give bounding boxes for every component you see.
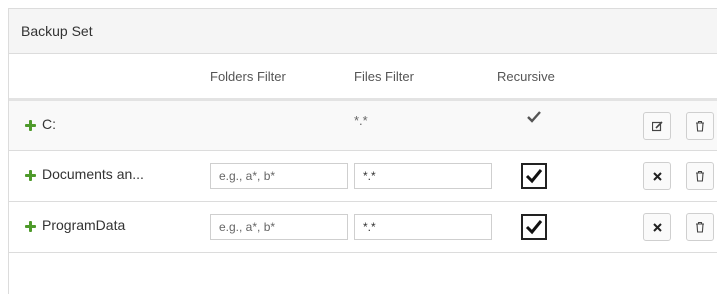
checkmark-icon: [527, 111, 541, 123]
recursive-checkbox[interactable]: [521, 163, 547, 189]
row-name: ProgramData: [42, 217, 126, 233]
cancel-button[interactable]: [643, 213, 671, 241]
table-row: Documents an...: [9, 151, 717, 202]
edit-button[interactable]: [643, 112, 671, 140]
delete-button[interactable]: [686, 112, 714, 140]
row-name: C:: [42, 116, 56, 132]
plus-icon[interactable]: [25, 120, 36, 131]
checkmark-icon: [525, 219, 543, 235]
table-row: ProgramData: [9, 202, 717, 253]
delete-button[interactable]: [686, 213, 714, 241]
panel-header: Backup Set: [9, 9, 717, 54]
backup-set-panel: Backup Set Folders Filter Files Filter R…: [8, 8, 717, 294]
delete-button[interactable]: [686, 162, 714, 190]
recursive-checkbox[interactable]: [521, 214, 547, 240]
folders-filter-input[interactable]: [210, 214, 348, 240]
row-name: Documents an...: [42, 166, 144, 182]
table-row: C: *.*: [9, 101, 717, 151]
trash-icon: [695, 221, 705, 233]
column-recursive: Recursive: [497, 69, 555, 84]
column-files-filter: Files Filter: [354, 69, 414, 84]
column-folders-filter: Folders Filter: [210, 69, 286, 84]
folders-filter-input[interactable]: [210, 163, 348, 189]
edit-icon: [651, 120, 663, 132]
close-icon: [652, 222, 662, 232]
column-header-row: Folders Filter Files Filter Recursive: [9, 54, 717, 101]
cancel-button[interactable]: [643, 162, 671, 190]
trash-icon: [695, 170, 705, 182]
files-filter-input[interactable]: [354, 163, 492, 189]
files-filter-value: *.*: [354, 113, 368, 128]
plus-icon[interactable]: [25, 170, 36, 181]
close-icon: [652, 171, 662, 181]
trash-icon: [695, 120, 705, 132]
panel-title: Backup Set: [21, 23, 93, 39]
files-filter-input[interactable]: [354, 214, 492, 240]
checkmark-icon: [525, 168, 543, 184]
plus-icon[interactable]: [25, 221, 36, 232]
